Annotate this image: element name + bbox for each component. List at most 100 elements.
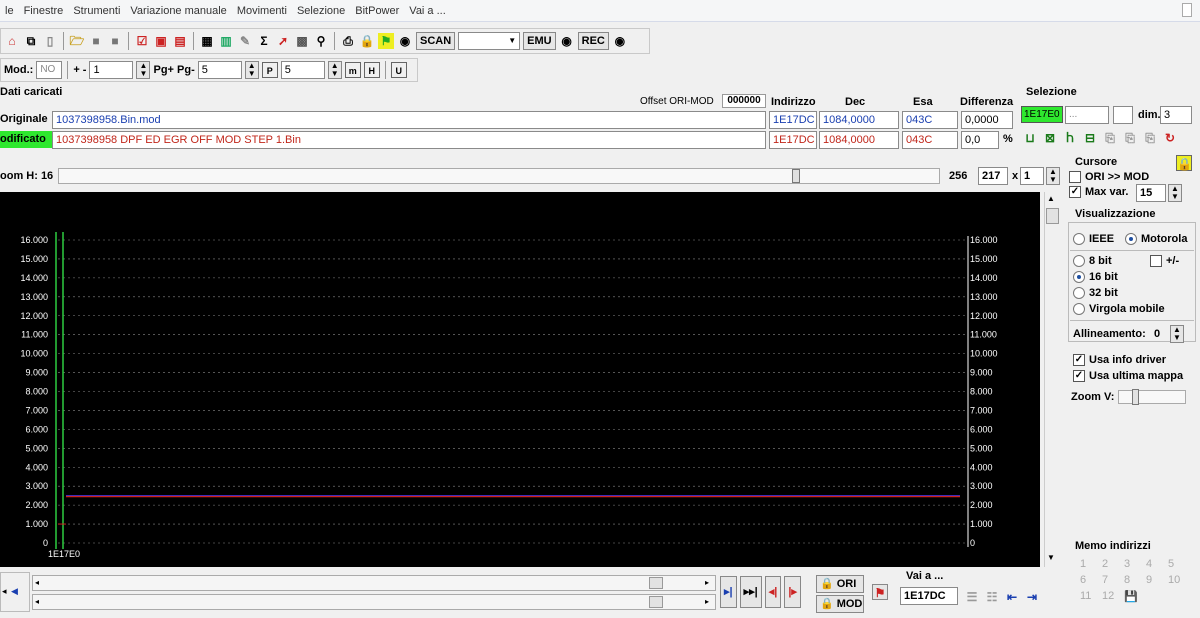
mod-scroll-left-icon[interactable]: ◂ xyxy=(35,597,39,606)
select-end-icon[interactable]: ⊟ xyxy=(1082,130,1098,146)
scan-button[interactable]: SCAN xyxy=(416,32,456,50)
refresh-icon[interactable]: ↻ xyxy=(1162,130,1178,146)
mod-scrollbar[interactable]: ◂ ▸ xyxy=(32,594,716,610)
emu-button[interactable]: EMU xyxy=(523,32,556,50)
maxvar-checkbox[interactable]: ✓ xyxy=(1069,186,1081,198)
mod-scroll-thumb[interactable] xyxy=(649,596,663,608)
compare-icon[interactable]: ▣ xyxy=(153,33,169,49)
nav-prev-icon[interactable]: ◀ xyxy=(11,586,18,597)
dim-field[interactable]: 3 xyxy=(1160,106,1192,124)
mod-scroll-right-icon[interactable]: ▸ xyxy=(705,597,709,606)
binoculars-icon[interactable]: ⚲ xyxy=(313,33,329,49)
pg-field[interactable]: 5 xyxy=(197,61,242,79)
vai-field[interactable]: 1E17DC xyxy=(900,587,958,605)
bit32-radio[interactable] xyxy=(1073,287,1085,299)
zoom-h-track[interactable] xyxy=(58,168,940,184)
graph-icon[interactable]: ▩ xyxy=(294,33,310,49)
menu-selezione[interactable]: Selezione xyxy=(292,5,350,17)
open-folder-icon[interactable]: 🗁 xyxy=(69,33,85,49)
scan-select[interactable]: ▼ xyxy=(458,32,521,50)
home-icon[interactable]: ⌂ xyxy=(4,33,20,49)
zoom-mult-spinner[interactable]: ▲ ▼ xyxy=(1046,167,1060,185)
usa-info-option[interactable]: ✓ Usa info driver xyxy=(1073,354,1166,366)
memo-slot-1[interactable]: 1 xyxy=(1080,558,1102,570)
scroll-down-icon[interactable]: ▼ xyxy=(1047,553,1055,562)
table-icon[interactable]: ▤ xyxy=(172,33,188,49)
save-icon[interactable]: ■ xyxy=(88,33,104,49)
run-icon[interactable]: ⚑ xyxy=(378,33,394,49)
ori-lock-button[interactable]: 🔒 ORI xyxy=(816,575,864,593)
emu-record-icon[interactable]: ◉ xyxy=(559,33,575,49)
selection-start[interactable]: 1E17E0 xyxy=(1021,106,1063,123)
memo-slot-4[interactable]: 4 xyxy=(1146,558,1168,570)
h-icon[interactable]: H xyxy=(363,62,380,78)
ori-mod-checkbox[interactable] xyxy=(1069,171,1081,183)
ori-scroll-right-icon[interactable]: ▸ xyxy=(705,578,709,587)
p-icon[interactable]: P xyxy=(261,62,278,78)
mod-field[interactable]: NO xyxy=(36,61,63,79)
paste3-icon[interactable]: ⎘ xyxy=(1142,130,1158,146)
ori-scroll-thumb[interactable] xyxy=(649,577,663,589)
fill-icon[interactable]: ▦ xyxy=(199,33,215,49)
pg-spinner[interactable]: ▲ ▼ xyxy=(244,61,259,79)
ori-scroll-left-icon[interactable]: ◂ xyxy=(35,578,39,587)
graph-area[interactable]: 16.000 16.000 15.000 15.000 14.000 14.000 13.0… xyxy=(0,192,1040,567)
select-h-icon[interactable]: Ⴙ xyxy=(1062,130,1078,146)
sum-icon[interactable]: Σ xyxy=(256,33,272,49)
rec-button[interactable]: REC xyxy=(577,32,609,50)
menu-scroll-button[interactable] xyxy=(1182,3,1192,17)
memo-slot-5[interactable]: 5 xyxy=(1168,558,1190,570)
save-as-icon[interactable]: ■ xyxy=(107,33,123,49)
ieee-option[interactable]: IEEE xyxy=(1073,233,1114,245)
calculator-icon[interactable]: ▥ xyxy=(218,33,234,49)
selection-end[interactable]: ... xyxy=(1065,106,1109,124)
selection-extra[interactable] xyxy=(1113,106,1133,124)
maxvar-spinner[interactable]: ▲ ▼ xyxy=(1168,184,1182,202)
bit8-radio[interactable] xyxy=(1073,255,1085,267)
plusminus-field[interactable]: 1 xyxy=(89,61,134,79)
list2-icon[interactable]: ☷ xyxy=(984,589,1000,605)
printer-icon[interactable]: ⎙ xyxy=(340,33,356,49)
p-spinner[interactable]: ▲ ▼ xyxy=(327,61,342,79)
virgola-radio[interactable] xyxy=(1073,303,1085,315)
original-file-field[interactable]: 1037398958.Bin.mod xyxy=(52,111,766,129)
memo-slot-9[interactable]: 9 xyxy=(1146,574,1168,586)
maxvar-option[interactable]: ✓ Max var. xyxy=(1069,186,1128,198)
scroll-up-icon[interactable]: ▲ xyxy=(1047,194,1055,203)
allineamento-value[interactable]: 0 xyxy=(1154,328,1160,340)
arrow-icon[interactable]: ➚ xyxy=(275,33,291,49)
step-forward-red-button[interactable]: |▸ xyxy=(784,576,801,608)
memo-slot-8[interactable]: 8 xyxy=(1124,574,1146,586)
u-icon[interactable]: U xyxy=(390,62,407,78)
memo-slot-6[interactable]: 6 xyxy=(1080,574,1102,586)
copy-icon[interactable]: ⧉ xyxy=(23,33,39,49)
flag-icon[interactable]: ⚑ xyxy=(872,584,888,600)
allineamento-spinner[interactable]: ▲ ▼ xyxy=(1170,325,1184,343)
ori-scrollbar[interactable]: ◂ ▸ xyxy=(32,575,716,591)
memo-slot-2[interactable]: 2 xyxy=(1102,558,1124,570)
motorola-option[interactable]: Motorola xyxy=(1125,233,1187,245)
usa-ultima-checkbox[interactable]: ✓ xyxy=(1073,370,1085,382)
menu-vai[interactable]: Vai a ... xyxy=(404,5,450,17)
checklist-icon[interactable]: ☑ xyxy=(134,33,150,49)
zoom-v-track[interactable] xyxy=(1118,389,1186,405)
sign-checkbox[interactable] xyxy=(1150,255,1162,267)
menu-file[interactable]: le xyxy=(0,5,19,17)
modified-file-field[interactable]: 1037398958 DPF ED EGR OFF MOD STEP 1.Bin xyxy=(52,131,766,149)
zoom-v-thumb[interactable] xyxy=(1132,389,1139,405)
cursor-lock-icon[interactable]: 🔒 xyxy=(1176,155,1192,171)
scroll-thumb[interactable] xyxy=(1046,208,1059,224)
step-back-red-button[interactable]: ◂| xyxy=(764,576,782,608)
step-forward-button[interactable]: ▸| xyxy=(720,576,737,608)
menu-movimenti[interactable]: Movimenti xyxy=(232,5,292,17)
ori-mod-option[interactable]: ORI >> MOD xyxy=(1069,171,1149,183)
zoom-h-thumb[interactable] xyxy=(792,169,800,183)
nav-first-icon[interactable]: ◂ xyxy=(2,586,7,597)
memo-slot-12[interactable]: 12 xyxy=(1102,590,1124,603)
menu-strumenti[interactable]: Strumenti xyxy=(68,5,125,17)
lock-icon[interactable]: 🔒 xyxy=(359,33,375,49)
select-start-icon[interactable]: ⊔ xyxy=(1022,130,1038,146)
memo-save-icon[interactable]: 💾 xyxy=(1124,590,1146,603)
memo-slot-11[interactable]: 11 xyxy=(1080,590,1102,603)
marker2-icon[interactable]: ⇥ xyxy=(1024,589,1040,605)
